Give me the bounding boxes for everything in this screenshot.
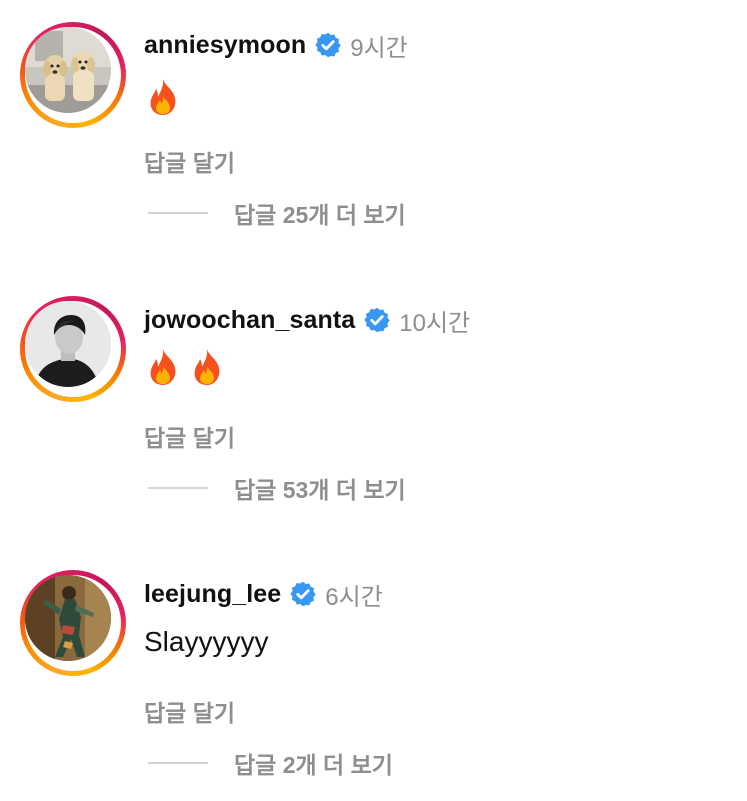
comment-meta: jowoochan_santa 10시간 — [144, 303, 470, 337]
view-more-replies-label: 답글 53개 더 보기 — [234, 477, 406, 503]
comment-text — [146, 348, 224, 386]
view-more-replies-button[interactable]: 답글 53개 더 보기 — [148, 473, 406, 503]
username[interactable]: jowoochan_santa — [144, 306, 355, 335]
avatar[interactable] — [25, 301, 111, 387]
username[interactable]: leejung_lee — [144, 580, 281, 609]
story-ring[interactable] — [20, 296, 126, 402]
view-more-replies-button[interactable]: 답글 25개 더 보기 — [148, 198, 406, 228]
story-ring[interactable] — [20, 22, 126, 128]
view-more-replies-label: 답글 25개 더 보기 — [234, 202, 406, 228]
reply-button[interactable]: 답글 달기 — [144, 144, 235, 178]
username[interactable]: anniesymoon — [144, 31, 306, 60]
comment-time: 6시간 — [325, 583, 383, 611]
verified-badge-icon — [364, 307, 390, 333]
verified-badge-icon — [290, 581, 316, 607]
comment-meta: leejung_lee 6시간 — [144, 577, 383, 611]
dancer-photo-icon — [25, 575, 111, 661]
fire-emoji-icon — [150, 79, 176, 115]
comment-time: 10시간 — [399, 309, 471, 337]
comment-text — [146, 78, 180, 116]
reply-button[interactable]: 답글 달기 — [144, 694, 235, 728]
avatar[interactable] — [25, 575, 111, 661]
fire-emoji-icon — [150, 349, 176, 385]
divider — [148, 487, 208, 489]
bw-portrait-photo-icon — [25, 301, 111, 387]
comment-time: 9시간 — [350, 34, 408, 62]
view-more-replies-label: 답글 2개 더 보기 — [234, 752, 393, 778]
comment-text: Slayyyyyy — [144, 626, 269, 657]
comment-meta: anniesymoon 9시간 — [144, 28, 408, 62]
two-dogs-photo-icon — [25, 27, 111, 113]
fire-emoji-icon — [194, 349, 220, 385]
divider — [148, 212, 208, 214]
divider — [148, 762, 208, 764]
reply-button[interactable]: 답글 달기 — [144, 419, 235, 453]
verified-badge-icon — [315, 32, 341, 58]
avatar[interactable] — [25, 27, 111, 113]
view-more-replies-button[interactable]: 답글 2개 더 보기 — [148, 748, 393, 778]
story-ring[interactable] — [20, 570, 126, 676]
